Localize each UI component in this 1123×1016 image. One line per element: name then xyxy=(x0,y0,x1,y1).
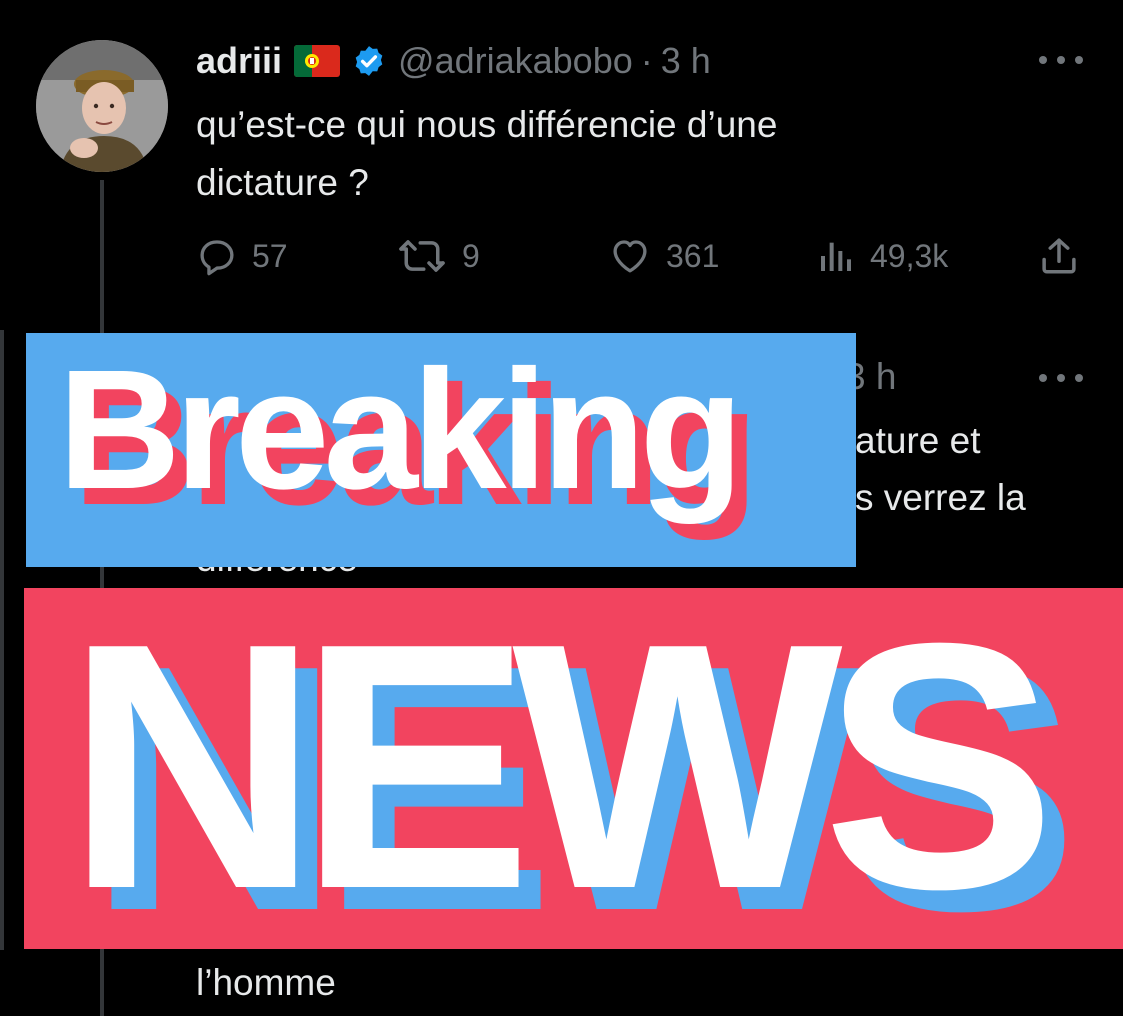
views-button[interactable]: 49,3k xyxy=(816,228,948,284)
news-label: NEWS xyxy=(66,571,1056,962)
reply-text-line: s verrez la xyxy=(855,477,1026,518)
repost-button[interactable]: 9 xyxy=(396,228,480,284)
like-count: 361 xyxy=(666,237,720,274)
share-button[interactable] xyxy=(1038,228,1080,284)
portugal-flag-icon xyxy=(294,45,341,77)
repost-icon xyxy=(399,240,445,272)
share-icon xyxy=(1042,238,1076,274)
views-count: 49,3k xyxy=(870,237,949,274)
like-button[interactable]: 361 xyxy=(608,228,719,284)
tweet-body: qu’est-ce qui nous différencie d’une dic… xyxy=(196,96,1056,212)
avatar-photo xyxy=(36,40,168,172)
separator-dot: · xyxy=(640,40,653,81)
breaking-label: Breaking xyxy=(58,335,743,525)
reply-more-options-icon[interactable] xyxy=(1039,372,1083,384)
repost-count: 9 xyxy=(462,237,480,274)
reply-count: 57 xyxy=(252,237,288,274)
reply-text-line: l’homme xyxy=(196,962,336,1003)
tweet-actions: 57 9 361 49,3k xyxy=(190,228,1090,284)
left-edge-divider xyxy=(0,330,4,950)
reply-icon xyxy=(200,240,234,276)
reply-text-line: ature et xyxy=(855,420,981,461)
more-options-icon[interactable] xyxy=(1039,54,1083,66)
timestamp[interactable]: 3 h xyxy=(661,40,711,82)
tweet-header: adriii @adriakabobo · 3 h xyxy=(196,38,711,84)
avatar[interactable] xyxy=(36,40,168,172)
tweet-text-line: qu’est-ce qui nous différencie d’une xyxy=(196,104,778,145)
analytics-bars-icon xyxy=(821,242,851,271)
reply-button[interactable]: 57 xyxy=(196,228,288,284)
heart-icon xyxy=(613,240,647,273)
user-handle[interactable]: @adriakabobo xyxy=(398,40,633,82)
tweet-text-line: dictature ? xyxy=(196,162,369,203)
verified-badge-icon xyxy=(352,44,386,78)
display-name[interactable]: adriii xyxy=(196,40,282,82)
